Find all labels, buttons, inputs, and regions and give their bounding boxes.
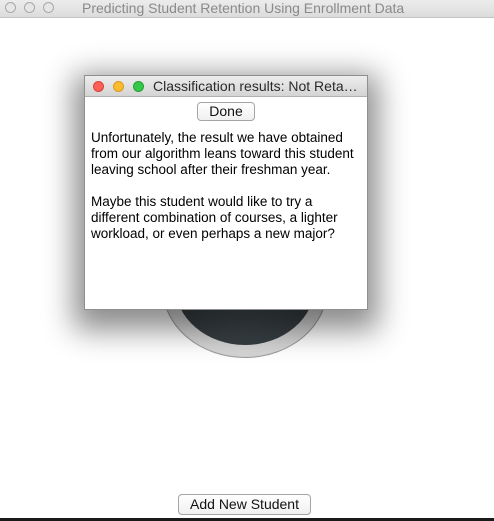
classification-results-dialog: Classification results: Not Reta… Done U… — [84, 75, 368, 310]
maximize-window-button[interactable] — [43, 2, 54, 13]
dialog-close-button[interactable] — [93, 81, 104, 92]
main-window: Predicting Student Retention Using Enrol… — [0, 0, 494, 521]
dialog-titlebar: Classification results: Not Reta… — [85, 76, 367, 97]
minimize-window-button[interactable] — [24, 2, 35, 13]
dialog-title: Classification results: Not Reta… — [153, 78, 358, 94]
result-message: Unfortunately, the result we have obtain… — [91, 130, 354, 177]
dialog-minimize-button[interactable] — [113, 81, 124, 92]
done-button[interactable]: Done — [197, 102, 255, 121]
dialog-message: Unfortunately, the result we have obtain… — [91, 130, 363, 242]
add-new-student-button[interactable]: Add New Student — [178, 494, 311, 515]
window-title: Predicting Student Retention Using Enrol… — [82, 0, 405, 16]
dialog-maximize-button[interactable] — [133, 81, 144, 92]
close-window-button[interactable] — [5, 2, 16, 13]
main-titlebar: Predicting Student Retention Using Enrol… — [0, 0, 494, 18]
suggestion-message: Maybe this student would like to try a d… — [91, 194, 338, 241]
